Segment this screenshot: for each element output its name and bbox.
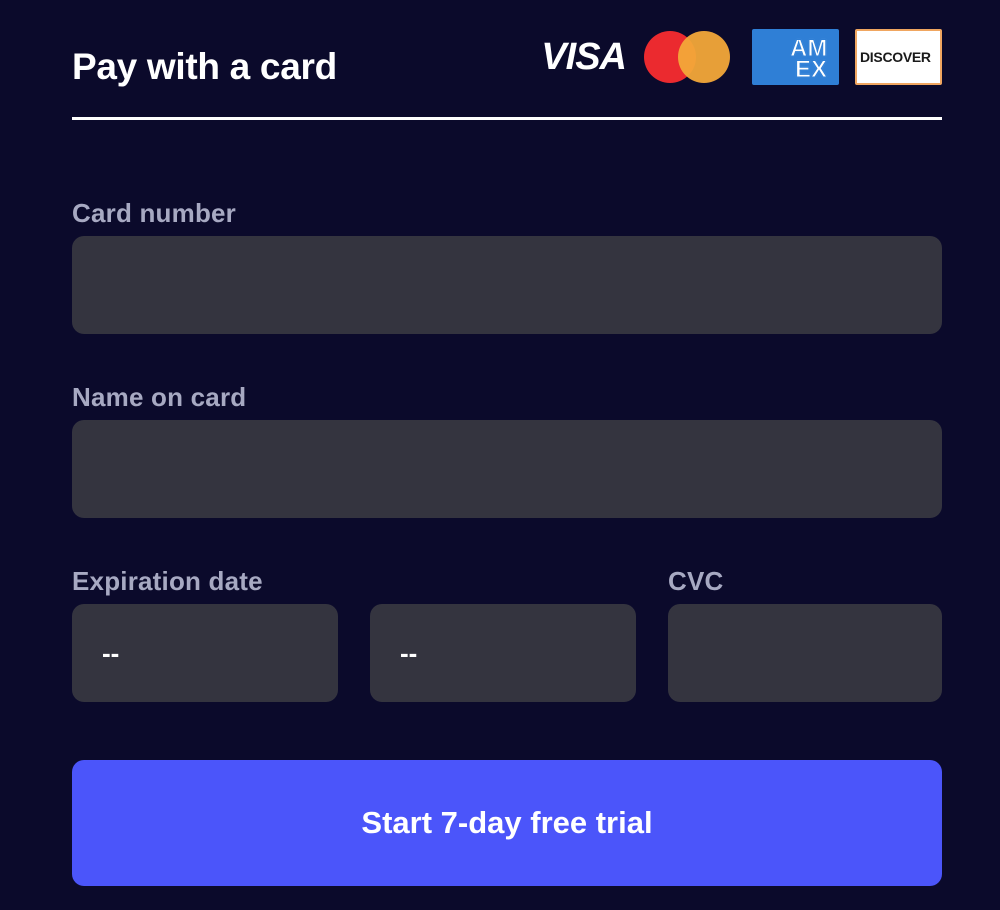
cvc-field[interactable] — [668, 604, 942, 702]
name-on-card-field[interactable] — [72, 420, 942, 518]
name-on-card-input[interactable] — [72, 420, 942, 518]
amex-logo-text-bottom: EX — [794, 56, 828, 83]
expiration-month-value: -- — [102, 637, 120, 668]
cvc-input[interactable] — [668, 604, 942, 702]
payment-header: Pay with a card VISA AM EX DISCOVER — [72, 0, 942, 120]
discover-logo-text: DISCOVER — [860, 49, 931, 65]
expiration-date-label: Expiration date — [72, 566, 263, 596]
card-number-field[interactable] — [72, 236, 942, 334]
expiration-year-value: -- — [400, 637, 418, 668]
expiration-month-select[interactable]: -- — [72, 604, 338, 702]
card-brands: VISA AM EX DISCOVER — [541, 28, 942, 86]
mastercard-logo — [644, 29, 732, 85]
mastercard-orange-circle — [678, 31, 730, 83]
card-number-label: Card number — [72, 198, 237, 228]
discover-logo: DISCOVER — [855, 29, 942, 85]
card-number-input[interactable] — [72, 236, 942, 334]
visa-logo: VISA — [541, 36, 627, 78]
name-on-card-label: Name on card — [72, 382, 247, 412]
expiration-year-select[interactable]: -- — [370, 604, 636, 702]
start-trial-button[interactable]: Start 7-day free trial — [72, 760, 942, 886]
payment-panel: Pay with a card VISA AM EX DISCOVER Card… — [0, 0, 1000, 910]
cvc-label: CVC — [668, 566, 724, 596]
amex-logo: AM EX — [752, 29, 839, 85]
page-title: Pay with a card — [72, 46, 337, 87]
